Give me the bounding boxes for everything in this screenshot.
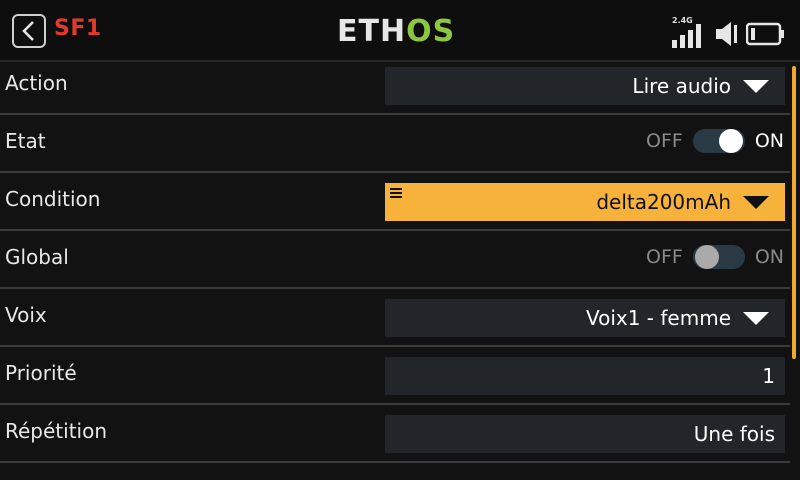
condition-dropdown[interactable]: delta200mAh [385,183,785,221]
row-label-priorite: Priorité [5,361,77,385]
etat-off-label: OFF [646,130,683,152]
row-label-action: Action [5,71,68,95]
etat-toggle-group: OFF ON [646,129,784,153]
menu-icon[interactable] [390,188,402,200]
scrollbar[interactable] [792,66,796,359]
action-value: Lire audio [632,74,731,98]
etat-toggle[interactable] [692,129,745,153]
row-priorite: Priorité 1 [0,347,790,405]
voix-dropdown[interactable]: Voix1 - femme [385,299,785,337]
etat-on-label: ON [754,130,784,152]
battery-icon [746,22,784,46]
back-button[interactable] [12,14,46,48]
global-toggle[interactable] [692,245,745,269]
row-global: Global OFF ON [0,231,790,289]
toggle-knob [694,245,719,269]
logo-text-white: ETH [337,14,407,49]
row-label-global: Global [5,245,69,269]
action-dropdown[interactable]: Lire audio [385,67,785,105]
repetition-field[interactable]: Une fois [385,415,785,453]
repetition-value: Une fois [693,422,775,446]
row-label-etat: Etat [5,129,46,153]
triangle-down-icon [743,311,769,325]
row-label-condition: Condition [5,187,101,211]
logo-text-green: OS [406,14,456,49]
row-voix: Voix Voix1 - femme [0,289,790,347]
priorite-value: 1 [762,364,775,388]
triangle-down-icon [743,195,769,209]
row-etat: Etat OFF ON [0,115,790,173]
triangle-down-icon [743,79,769,93]
chevron-left-icon [22,21,34,41]
signal-strength-icon: 2.4G [672,16,708,48]
screen-id: SF1 [54,16,102,41]
settings-list: Action Lire audio Etat OFF ON Condition … [0,57,790,463]
priorite-field[interactable]: 1 [385,357,785,395]
radio-band-label: 2.4G [672,16,693,25]
row-repetition: Répétition Une fois [0,405,790,463]
row-label-repetition: Répétition [5,419,108,443]
speaker-icon [716,22,737,46]
global-off-label: OFF [646,246,683,268]
global-on-label: ON [754,246,784,268]
row-action: Action Lire audio [0,57,790,115]
voix-value: Voix1 - femme [585,306,731,330]
ethos-logo: ETHOS [337,14,455,49]
condition-value: delta200mAh [596,190,731,214]
row-label-voix: Voix [5,303,47,327]
status-area: 2.4G [672,14,786,48]
row-condition: Condition delta200mAh [0,173,790,231]
global-toggle-group: OFF ON [646,245,784,269]
header-bar: SF1 ETHOS 2.4G [0,0,800,62]
toggle-knob [718,129,743,153]
